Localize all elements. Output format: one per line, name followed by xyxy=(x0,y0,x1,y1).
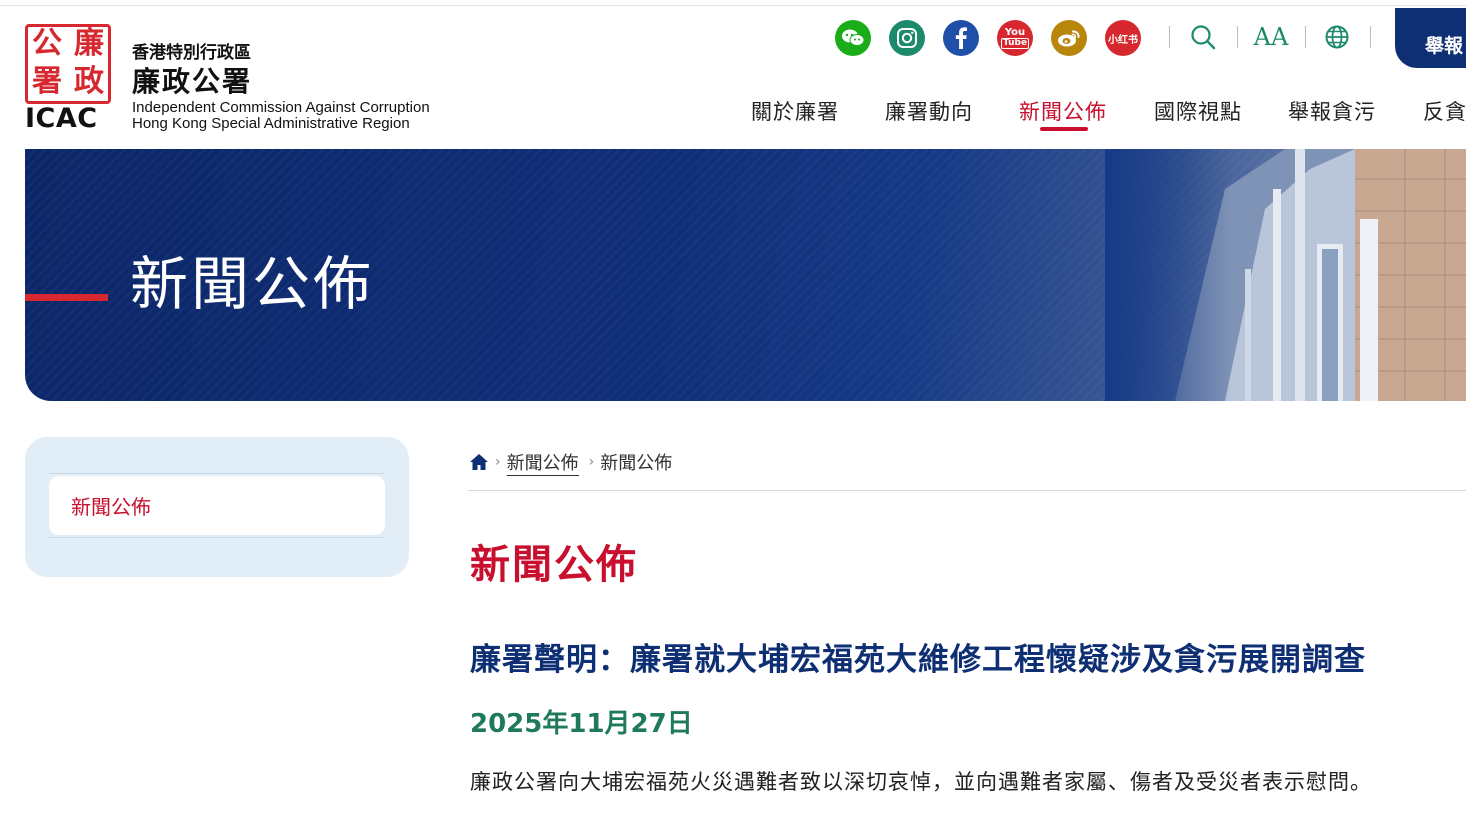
press-release-headline: 廉署聲明：廉署就大埔宏福苑大維修工程懷疑涉及貪污展開調查 xyxy=(470,642,1366,678)
icac-seal: 廉 政 公 署 xyxy=(25,24,111,104)
facebook-icon[interactable] xyxy=(943,20,979,56)
org-name-zh: 廉政公署 xyxy=(132,65,253,98)
text-size-icon[interactable]: AA xyxy=(1254,22,1289,52)
youtube-icon[interactable]: You Tube xyxy=(997,20,1033,56)
wechat-icon[interactable] xyxy=(835,20,871,56)
sidebar-item-press-releases[interactable]: 新聞公佈 xyxy=(49,476,385,535)
nav-item-press-releases[interactable]: 新聞公佈 xyxy=(1019,96,1107,126)
sidebar-divider xyxy=(49,473,385,474)
instagram-icon[interactable] xyxy=(889,20,925,56)
breadcrumb-link[interactable]: 新聞公佈 xyxy=(506,449,579,476)
nav-item-updates[interactable]: 廉署動向 xyxy=(885,96,973,126)
youtube-text-top: You xyxy=(1004,26,1026,38)
youtube-text-bottom: Tube xyxy=(1000,37,1030,49)
org-name-en: Independent Commission Against Corruptio… xyxy=(132,99,430,116)
seal-char: 政 xyxy=(74,64,104,99)
press-release-body: 廉政公署向大埔宏福苑火災遇難者致以深切哀悼，並向遇難者家屬、傷者及受災者表示慰問… xyxy=(470,770,1372,794)
search-icon[interactable] xyxy=(1188,22,1218,52)
icac-logo[interactable]: 廉 政 公 署 ICAC 香港特別行政區 廉政公署 Independent Co… xyxy=(25,24,445,134)
xiaohongshu-icon[interactable]: 小红书 xyxy=(1105,20,1141,56)
seal-char: 廉 xyxy=(74,26,104,61)
building-image xyxy=(1105,149,1466,401)
page-banner: 新聞公佈 xyxy=(25,149,1466,401)
icac-wordmark: ICAC xyxy=(25,103,98,134)
report-corruption-button[interactable]: 舉報 xyxy=(1395,8,1466,68)
globe-icon[interactable] xyxy=(1323,22,1351,52)
breadcrumb: › 新聞公佈 › 新聞公佈 xyxy=(469,449,673,476)
weibo-icon[interactable] xyxy=(1051,20,1087,56)
top-border xyxy=(0,0,1466,6)
home-icon[interactable] xyxy=(469,453,489,471)
xiaohongshu-text: 小红书 xyxy=(1108,34,1138,46)
toolbar-divider xyxy=(1169,26,1170,48)
toolbar-divider xyxy=(1370,26,1371,48)
chevron-right-icon: › xyxy=(588,454,595,470)
breadcrumb-current: 新聞公佈 xyxy=(600,453,673,474)
seal-char: 公 xyxy=(32,26,62,61)
toolbar-divider xyxy=(1305,26,1306,48)
nav-item-about[interactable]: 關於廉署 xyxy=(751,96,839,126)
press-release-date: 2025年11月27日 xyxy=(470,709,693,739)
banner-accent-line xyxy=(25,294,108,301)
seal-char: 署 xyxy=(32,64,62,99)
toolbar-divider xyxy=(1237,26,1238,48)
banner-title: 新聞公佈 xyxy=(130,250,375,318)
content-divider xyxy=(468,490,1466,491)
page-title: 新聞公佈 xyxy=(470,542,638,588)
chevron-right-icon: › xyxy=(495,454,501,470)
nav-item-report[interactable]: 舉報貪污 xyxy=(1288,96,1376,126)
nav-active-indicator xyxy=(1040,127,1088,131)
nav-item-international[interactable]: 國際視點 xyxy=(1154,96,1242,126)
org-region-en: Hong Kong Special Administrative Region xyxy=(132,115,410,132)
nav-item-anti-corruption[interactable]: 反貪 xyxy=(1423,96,1466,126)
sidebar-divider xyxy=(49,537,385,538)
